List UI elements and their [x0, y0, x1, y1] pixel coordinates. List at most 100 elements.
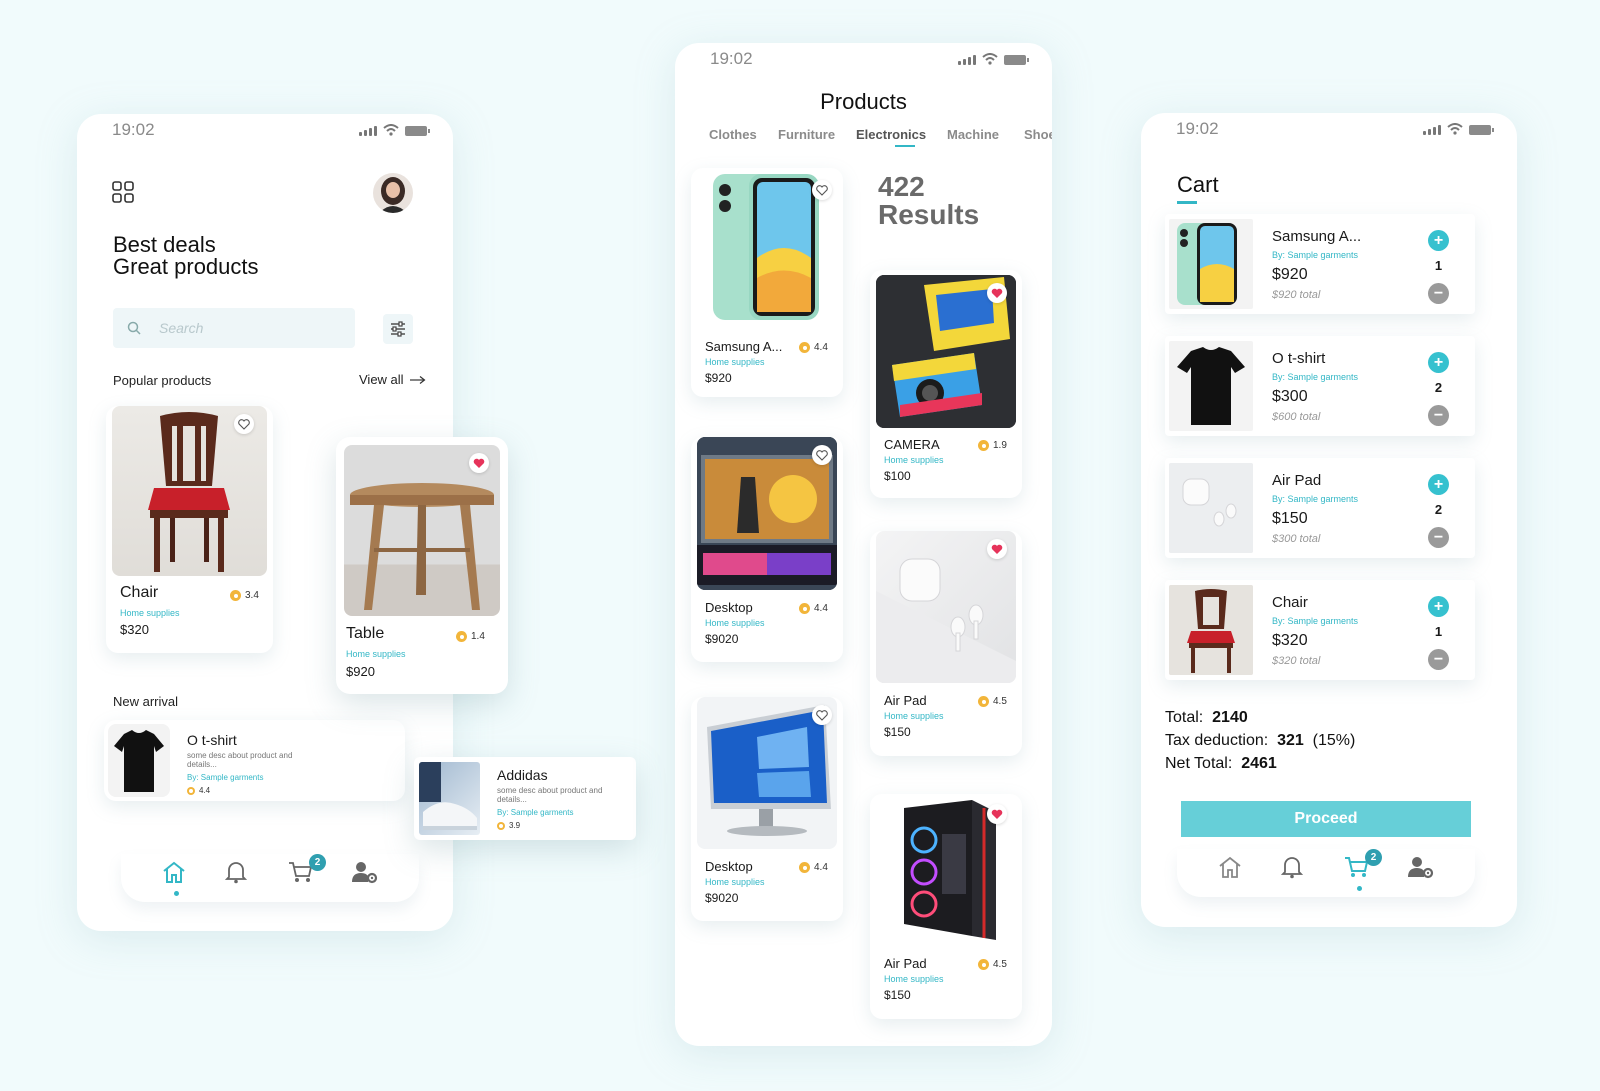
headline-line-1: Best deals: [113, 232, 216, 257]
filter-button[interactable]: [383, 314, 413, 344]
cart-item[interactable]: Air Pad By: Sample garments $150 $300 total…: [1165, 458, 1475, 558]
product-rating: 4.5: [978, 959, 1007, 970]
products-screen: 19:02 Products Clothes Furniture Electro…: [675, 43, 1052, 1046]
cart-item[interactable]: Samsung A... By: Sample garments $920 $920 …: [1165, 214, 1475, 314]
status-bar: 19:02: [1141, 113, 1517, 153]
favorite-heart-icon[interactable]: [987, 804, 1007, 824]
nav-home[interactable]: [1217, 855, 1247, 885]
arrival-rating: 3.9: [497, 821, 520, 830]
nav-cart[interactable]: 2: [288, 854, 326, 890]
tab-furniture[interactable]: Furniture: [778, 127, 835, 142]
cart-item-by: By: Sample garments: [1272, 250, 1359, 260]
product-price: $9020: [705, 891, 739, 905]
nav-home[interactable]: [161, 860, 191, 896]
home-icon: [163, 861, 185, 883]
status-bar: 19:02: [77, 114, 453, 154]
active-indicator: [1357, 886, 1362, 891]
tab-machine[interactable]: Machine: [947, 127, 999, 142]
favorite-heart-icon[interactable]: [812, 445, 832, 465]
cart-item-price: $300: [1272, 388, 1308, 405]
new-arrival-card-addidas[interactable]: Addidas some desc about product and deta…: [414, 757, 636, 840]
cart-item[interactable]: Chair By: Sample garments $320 $320 total +1…: [1165, 580, 1475, 680]
rating-value: 4.4: [199, 786, 211, 795]
new-arrival-label: New arrival: [113, 694, 179, 709]
battery-icon: [1469, 125, 1494, 135]
product-price: $920: [705, 371, 732, 385]
decrease-quantity-button[interactable]: −: [1428, 283, 1449, 304]
cart-item-name: Air Pad: [1272, 472, 1322, 489]
tab-shoe[interactable]: Shoe: [1024, 127, 1052, 142]
rating-value: 4.4: [814, 603, 828, 614]
decrease-quantity-button[interactable]: −: [1428, 649, 1449, 670]
cart-item[interactable]: O t-shirt By: Sample garments $300 $600 tot…: [1165, 336, 1475, 436]
headline-line-2: Great products: [113, 254, 259, 279]
view-all-link[interactable]: View all: [359, 372, 426, 387]
star-icon: [799, 862, 810, 873]
product-card-airpad[interactable]: Air Pad 4.5 Home supplies $150: [870, 531, 1022, 756]
product-card-phone[interactable]: Samsung A... 4.4 Home supplies $920: [691, 168, 843, 397]
star-icon: [799, 342, 810, 353]
product-price: $100: [884, 469, 911, 483]
new-arrival-card-tshirt[interactable]: O t-shirt some desc about product and de…: [104, 720, 405, 801]
increase-quantity-button[interactable]: +: [1428, 596, 1449, 617]
nav-cart[interactable]: 2: [1344, 849, 1382, 891]
proceed-button[interactable]: Proceed: [1181, 801, 1471, 837]
cart-item-name: Samsung A...: [1272, 228, 1362, 245]
product-card-desktop-monitor[interactable]: Desktop 4.4 Home supplies $9020: [691, 697, 843, 921]
rating-value: 4.5: [993, 696, 1007, 707]
product-card-camera[interactable]: CAMERA 1.9 Home supplies $100: [870, 270, 1022, 498]
product-card-table[interactable]: Table 1.4 Home supplies $920: [336, 437, 508, 694]
product-category: Home supplies: [346, 649, 406, 659]
tab-electronics[interactable]: Electronics: [856, 127, 926, 142]
cart-item-price: $150: [1272, 510, 1308, 527]
product-rating: 4.4: [799, 342, 828, 353]
cart-item-by: By: Sample garments: [1272, 616, 1359, 626]
cart-screen: 19:02 Cart Samsung A... By: Sample garmen…: [1141, 113, 1517, 927]
increase-quantity-button[interactable]: +: [1428, 230, 1449, 251]
active-indicator: [174, 891, 179, 896]
total-label: Total:: [1165, 709, 1204, 726]
nav-notifications[interactable]: [1280, 855, 1311, 885]
decrease-quantity-button[interactable]: −: [1428, 527, 1449, 548]
tax-value: 321: [1277, 732, 1304, 749]
favorite-heart-icon[interactable]: [812, 180, 832, 200]
results-label: Results: [878, 199, 980, 230]
net-total-label: Net Total:: [1165, 755, 1233, 772]
arrival-desc: some desc about product and details...: [187, 751, 293, 769]
cart-item-quantity: 1: [1434, 624, 1443, 639]
favorite-heart-icon[interactable]: [987, 539, 1007, 559]
nav-profile-settings[interactable]: [351, 860, 381, 890]
sneaker-image: [419, 762, 480, 835]
product-card-desktop-gaming[interactable]: Desktop 4.4 Home supplies $9020: [691, 437, 843, 662]
product-rating: 1.9: [978, 440, 1007, 451]
grid-menu-icon[interactable]: [112, 181, 134, 203]
product-category: Home supplies: [884, 711, 944, 721]
total-row: Total: 2140: [1165, 706, 1355, 729]
product-card-pc-tower[interactable]: Air Pad 4.5 Home supplies $150: [870, 794, 1022, 1019]
avatar[interactable]: [373, 173, 413, 213]
wifi-icon: [1447, 123, 1463, 135]
favorite-heart-icon[interactable]: [987, 283, 1007, 303]
product-card-chair[interactable]: Chair 3.4 Home supplies $320: [106, 406, 273, 653]
status-bar: 19:02: [675, 43, 1052, 83]
status-time: 19:02: [112, 120, 155, 139]
decrease-quantity-button[interactable]: −: [1428, 405, 1449, 426]
favorite-heart-icon[interactable]: [812, 705, 832, 725]
product-price: $320: [120, 622, 149, 637]
nav-notifications[interactable]: [224, 860, 255, 890]
favorite-heart-icon[interactable]: [234, 414, 254, 434]
increase-quantity-button[interactable]: +: [1428, 474, 1449, 495]
search-icon: [127, 321, 141, 335]
star-icon: [978, 440, 989, 451]
nav-profile-settings[interactable]: [1407, 855, 1437, 885]
tab-clothes[interactable]: Clothes: [709, 127, 757, 142]
product-price: $150: [884, 725, 911, 739]
search-input[interactable]: Search: [113, 308, 355, 348]
product-name: Desktop: [705, 859, 753, 874]
increase-quantity-button[interactable]: +: [1428, 352, 1449, 373]
cart-item-quantity: 1: [1434, 258, 1443, 273]
favorite-heart-icon[interactable]: [469, 453, 489, 473]
bottom-nav: 2: [1177, 849, 1475, 897]
wifi-icon: [982, 53, 998, 65]
home-icon: [1219, 856, 1241, 878]
